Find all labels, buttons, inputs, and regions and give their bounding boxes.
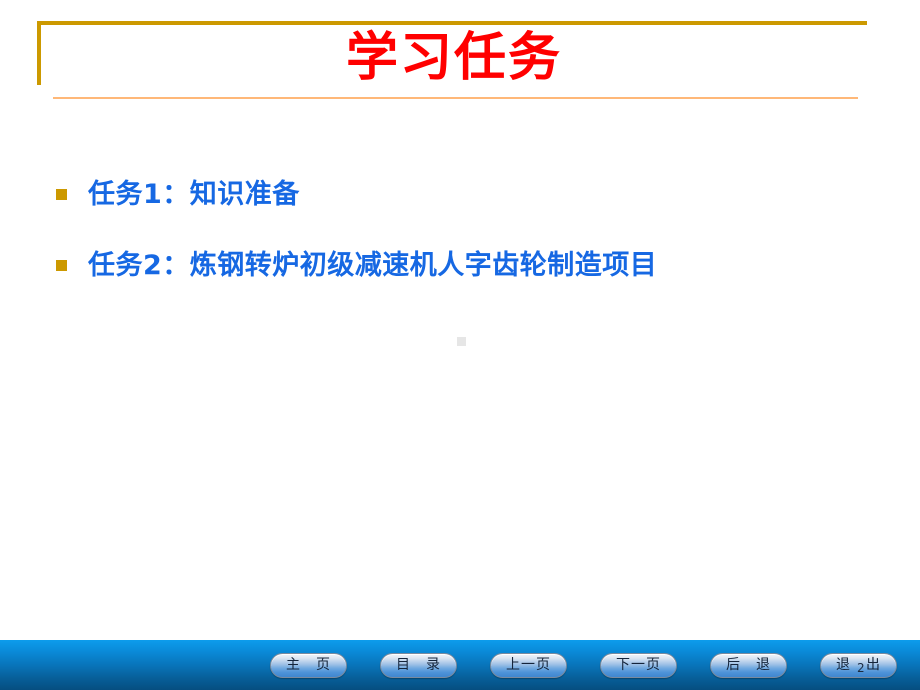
slide-title-block: 学习任务 <box>0 0 920 110</box>
list-item: 任务2：炼钢转炉初级减速机人字齿轮制造项目 <box>56 251 657 281</box>
title-bottom-rule <box>53 97 858 99</box>
slide-body: 任务1：知识准备 任务2：炼钢转炉初级减速机人字齿轮制造项目 <box>0 118 920 623</box>
presentation-slide: 学习任务 任务1：知识准备 任务2：炼钢转炉初级减速机人字齿轮制造项目 主 页 … <box>0 0 920 690</box>
square-bullet-icon <box>56 189 67 201</box>
previous-page-button[interactable]: 上一页 <box>490 653 567 678</box>
bottom-navigation-bar: 主 页 目 录 上一页 下一页 后 退 退 出 2 <box>0 640 920 690</box>
empty-bullet-placeholder <box>457 337 466 346</box>
list-item-label: 任务2：炼钢转炉初级减速机人字齿轮制造项目 <box>88 250 658 281</box>
next-page-button[interactable]: 下一页 <box>600 653 677 678</box>
page-title: 学习任务 <box>345 27 562 88</box>
slide-number: 2 <box>857 661 865 675</box>
list-item-label: 任务1：知识准备 <box>88 179 300 210</box>
home-button[interactable]: 主 页 <box>270 653 347 678</box>
navigation-button-group: 主 页 目 录 上一页 下一页 后 退 退 出 2 <box>270 653 910 678</box>
back-button[interactable]: 后 退 <box>710 653 787 678</box>
list-item: 任务1：知识准备 <box>56 180 300 210</box>
square-bullet-icon <box>56 260 67 272</box>
contents-button[interactable]: 目 录 <box>380 653 457 678</box>
